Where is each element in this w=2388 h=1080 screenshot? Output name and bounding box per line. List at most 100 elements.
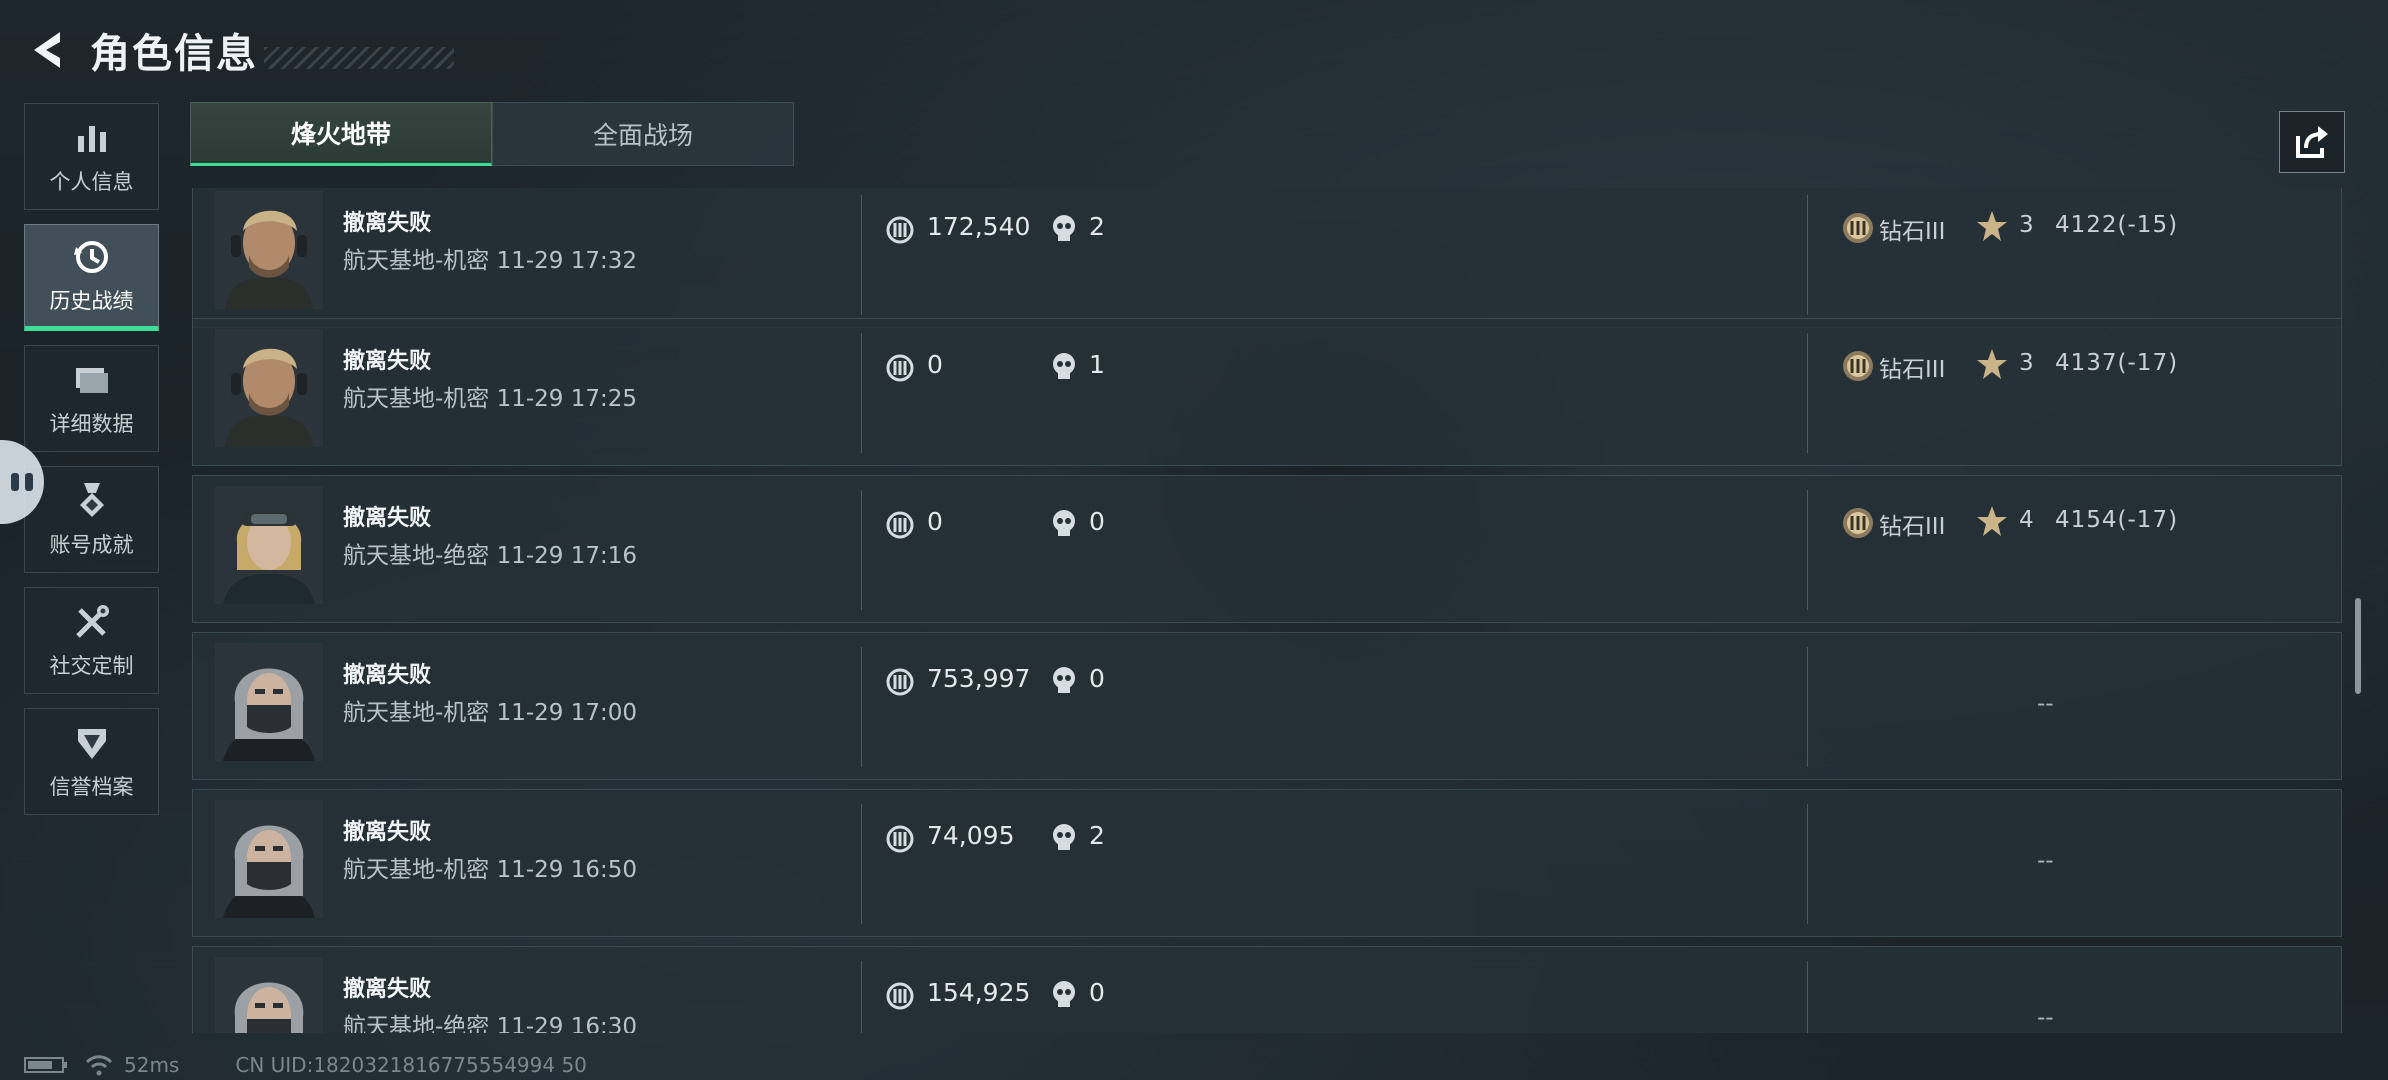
rank-score: 4154(-17) [2055, 507, 2179, 533]
sidebar-item-label: 历史战绩 [49, 288, 134, 313]
status-bar: 52ms CN UID:1820321816775554994 50 [24, 1052, 587, 1078]
skull-icon [1053, 667, 1075, 693]
sidebar-item-label: 信誉档案 [49, 774, 134, 799]
skull-icon [1053, 981, 1075, 1007]
operator-avatar [215, 329, 323, 447]
title-decoration [264, 47, 454, 69]
folder-icon [75, 367, 108, 393]
column-divider [861, 195, 862, 315]
sidebar-item-social[interactable]: 社交定制 [24, 587, 159, 694]
kill-count: 0 [1089, 978, 1105, 1007]
star-icon [1977, 506, 2007, 536]
match-result: 撤离失败 [343, 977, 432, 1002]
mode-tabs: 烽火地带 全面战场 [190, 102, 794, 166]
match-location-time: 航天基地-机密 11-29 17:25 [343, 386, 638, 412]
medal-icon [79, 482, 104, 517]
page-title: 角色信息 [90, 31, 258, 77]
match-row[interactable]: 撤离失败 航天基地-机密 11-29 17:32 172,540 2 钻石III… [192, 188, 2342, 328]
ping-value: 52ms [124, 1053, 180, 1077]
match-location-time: 航天基地-机密 11-29 16:50 [343, 857, 638, 883]
money-value: 0 [927, 507, 943, 536]
star-count: 3 [2019, 350, 2034, 376]
operator-avatar [215, 191, 323, 309]
column-divider [861, 961, 862, 1033]
back-arrow-icon [34, 32, 60, 68]
skull-icon [1053, 215, 1075, 241]
rank-name: 钻石III [1879, 219, 1946, 245]
sidebar-item-details[interactable]: 详细数据 [24, 345, 159, 452]
rank-placeholder: -- [2037, 848, 2054, 874]
money-value: 172,540 [927, 212, 1031, 241]
user-uid: CN UID:1820321816775554994 50 [235, 1053, 587, 1077]
match-row[interactable]: 撤离失败 航天基地-机密 11-29 16:50 74,095 2 -- [192, 789, 2342, 937]
rank-name: 钻石III [1879, 514, 1946, 540]
wifi-icon [85, 1055, 113, 1076]
operator-avatar [215, 643, 323, 761]
match-history-list[interactable]: 撤离失败 航天基地-机密 11-29 17:32 172,540 2 钻石III… [192, 188, 2344, 1033]
coin-icon [886, 982, 914, 1010]
match-location-time: 航天基地-绝密 11-29 17:16 [343, 543, 638, 569]
column-divider [1807, 961, 1808, 1033]
sidebar-item-achievements[interactable]: 账号成就 [24, 466, 159, 573]
column-divider [861, 490, 862, 610]
coin-icon [886, 511, 914, 539]
tab-full-warfare[interactable]: 全面战场 [492, 102, 794, 166]
match-row[interactable]: 撤离失败 航天基地-机密 11-29 17:00 753,997 0 -- [192, 632, 2342, 780]
column-divider [1807, 195, 1808, 315]
column-divider [1807, 333, 1808, 453]
share-button[interactable] [2279, 111, 2345, 173]
rank-placeholder: -- [2037, 691, 2054, 717]
match-location-time: 航天基地-机密 11-29 17:32 [343, 248, 638, 274]
coin-icon [886, 668, 914, 696]
match-row[interactable]: 撤离失败 航天基地-机密 11-29 17:25 0 1 钻石III 3 413… [192, 318, 2342, 466]
battery-icon [24, 1057, 67, 1073]
operator-avatar [215, 957, 323, 1033]
tab-battle-zone[interactable]: 烽火地带 [190, 102, 492, 166]
kill-count: 2 [1089, 821, 1105, 850]
star-count: 3 [2019, 212, 2034, 238]
star-count: 4 [2019, 507, 2034, 533]
sidebar-item-profile[interactable]: 个人信息 [24, 103, 159, 210]
match-result: 撤离失败 [343, 663, 432, 688]
share-icon [2296, 126, 2328, 158]
rank-placeholder: -- [2037, 1005, 2054, 1031]
star-icon [1977, 349, 2007, 379]
match-result: 撤离失败 [343, 349, 432, 374]
match-result: 撤离失败 [343, 211, 432, 236]
list-scrollbar[interactable] [2355, 598, 2361, 694]
match-row[interactable]: 撤离失败 航天基地-绝密 11-29 17:16 0 0 钻石III 4 415… [192, 475, 2342, 623]
coin-icon [886, 216, 914, 244]
column-divider [861, 804, 862, 924]
rank-score: 4137(-17) [2055, 350, 2179, 376]
skull-icon [1053, 510, 1075, 536]
diamond-rank-icon [1843, 351, 1873, 381]
match-result: 撤离失败 [343, 820, 432, 845]
history-clock-icon [73, 240, 108, 273]
coin-icon [886, 354, 914, 382]
rank-score: 4122(-15) [2055, 212, 2179, 238]
sidebar-item-history[interactable]: 历史战绩 [24, 224, 159, 331]
money-value: 154,925 [927, 978, 1031, 1007]
bar-chart-icon [77, 125, 106, 152]
kill-count: 0 [1089, 507, 1105, 536]
tools-icon [75, 604, 109, 638]
match-row[interactable]: 撤离失败 航天基地-绝密 11-29 16:30 154,925 0 -- [192, 946, 2342, 1033]
column-divider [861, 333, 862, 453]
page-header: 角色信息 [24, 22, 454, 78]
kill-count: 2 [1089, 212, 1105, 241]
column-divider [1807, 804, 1808, 924]
money-value: 0 [927, 350, 943, 379]
star-icon [1977, 211, 2007, 241]
diamond-rank-icon [1843, 213, 1873, 243]
shield-badge-icon [77, 728, 106, 759]
column-divider [1807, 647, 1808, 767]
sidebar-item-label: 社交定制 [49, 653, 134, 678]
back-button[interactable] [24, 22, 68, 78]
sidebar: 个人信息 历史战绩 详细数据 账号成就 社交定制 信誉档案 [24, 103, 161, 829]
skull-icon [1053, 824, 1075, 850]
money-value: 74,095 [927, 821, 1015, 850]
sidebar-item-reputation[interactable]: 信誉档案 [24, 708, 159, 815]
pause-icon [11, 473, 33, 491]
operator-avatar [215, 486, 323, 604]
money-value: 753,997 [927, 664, 1031, 693]
